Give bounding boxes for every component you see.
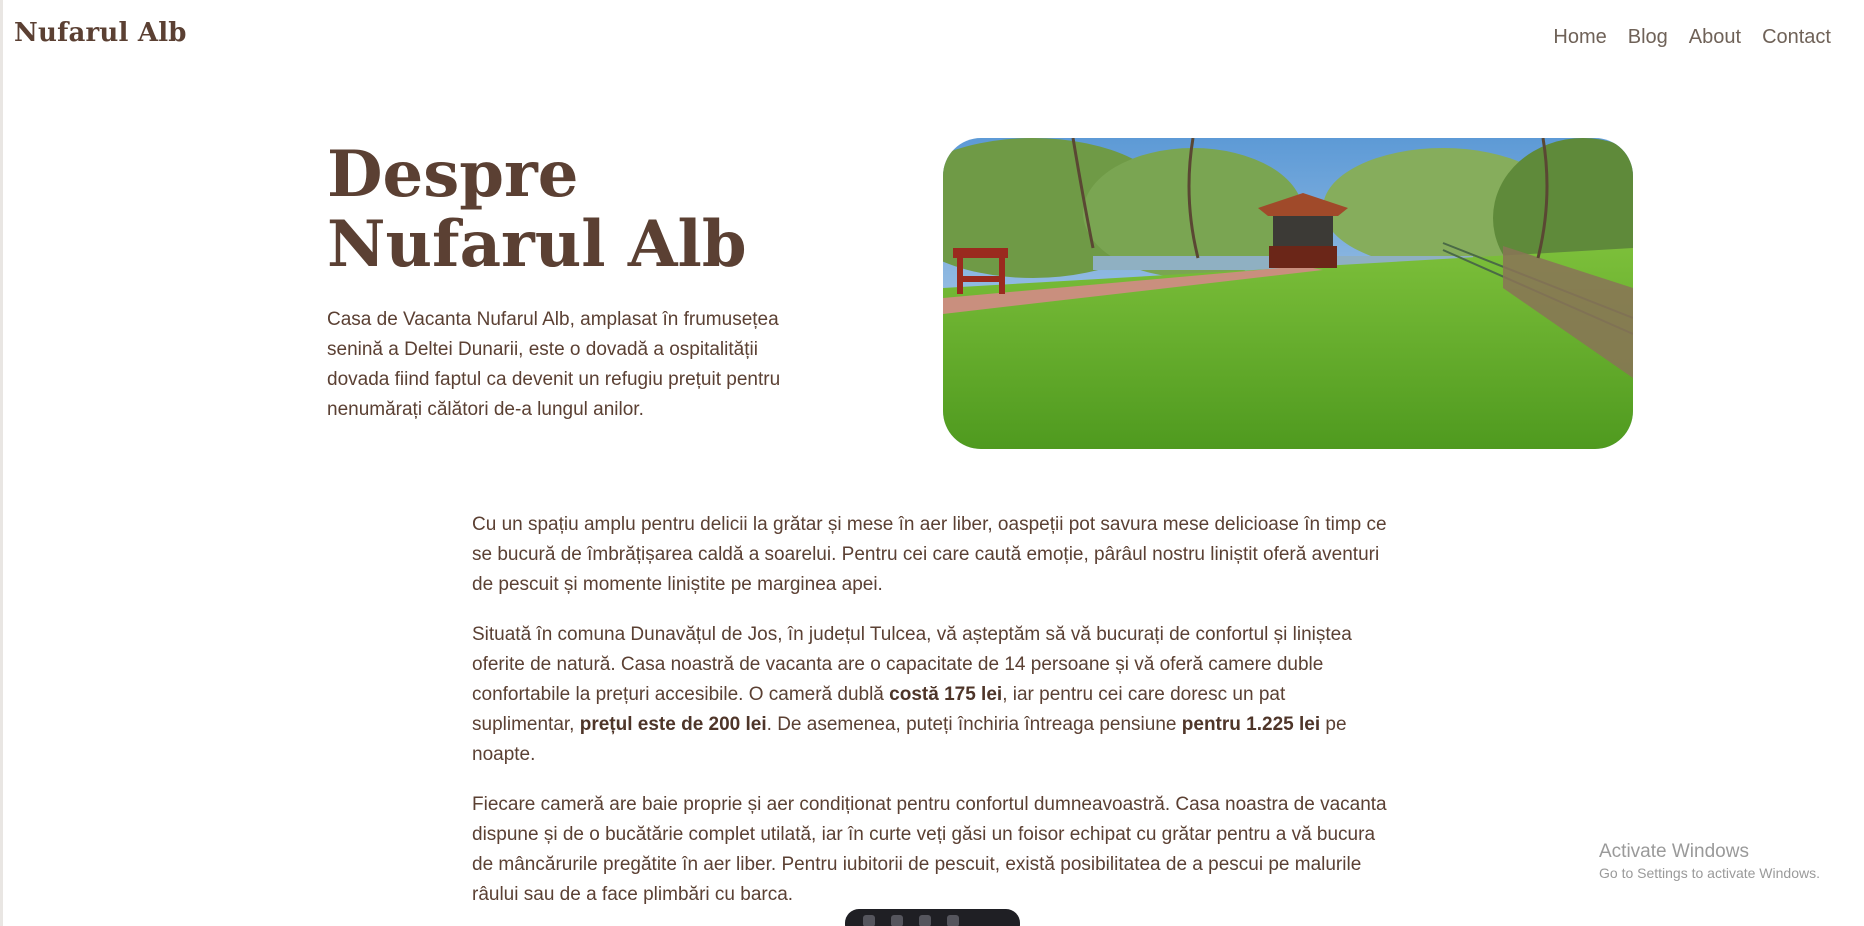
hero-intro: Casa de Vacanta Nufarul Alb, amplasat în… xyxy=(327,309,781,420)
paragraph-grill: Cu un spațiu amplu pentru delicii la gră… xyxy=(472,514,1387,595)
page-title-line-2: Nufarul Alb xyxy=(327,207,747,282)
page-title-line-1: Despre xyxy=(327,137,579,212)
page-title: Despre Nufarul Alb xyxy=(327,140,747,280)
price-extra-bed: prețul este de 200 lei xyxy=(579,714,767,735)
nav-contact[interactable]: Contact xyxy=(1762,26,1831,49)
price-whole-house: pentru 1.225 lei xyxy=(1181,714,1321,735)
page-left-edge xyxy=(0,0,3,926)
toolbar-icon-1[interactable] xyxy=(863,915,875,926)
pricing-text-3: . De asemenea, puteți închiria întreaga … xyxy=(766,714,1182,735)
garden-photo xyxy=(943,138,1633,449)
paragraph-amenities: Fiecare cameră are baie proprie și aer c… xyxy=(472,794,1387,905)
nav-blog[interactable]: Blog xyxy=(1628,26,1668,49)
toolbar-icon-3[interactable] xyxy=(919,915,931,926)
garden-photo-illustration xyxy=(943,138,1633,449)
paragraph-pricing: Situată în comuna Dunavățul de Jos, în j… xyxy=(472,620,1392,770)
toolbar-icon-4[interactable] xyxy=(947,915,959,926)
about-content: Cu un spațiu amplu pentru delicii la gră… xyxy=(472,510,1392,926)
nav-home[interactable]: Home xyxy=(1553,26,1606,49)
nav-about[interactable]: About xyxy=(1689,26,1741,49)
site-logo[interactable]: Nufarul Alb xyxy=(14,18,187,48)
toolbar-icon-2[interactable] xyxy=(891,915,903,926)
activate-windows-watermark: Activate Windows Go to Settings to activ… xyxy=(1599,840,1820,882)
price-double-room: costă 175 lei xyxy=(889,684,1003,705)
activate-windows-subtitle: Go to Settings to activate Windows. xyxy=(1599,865,1820,881)
floating-toolbar[interactable] xyxy=(845,909,1020,926)
activate-windows-title: Activate Windows xyxy=(1599,841,1749,862)
main-nav: Home Blog About Contact xyxy=(1553,26,1831,49)
